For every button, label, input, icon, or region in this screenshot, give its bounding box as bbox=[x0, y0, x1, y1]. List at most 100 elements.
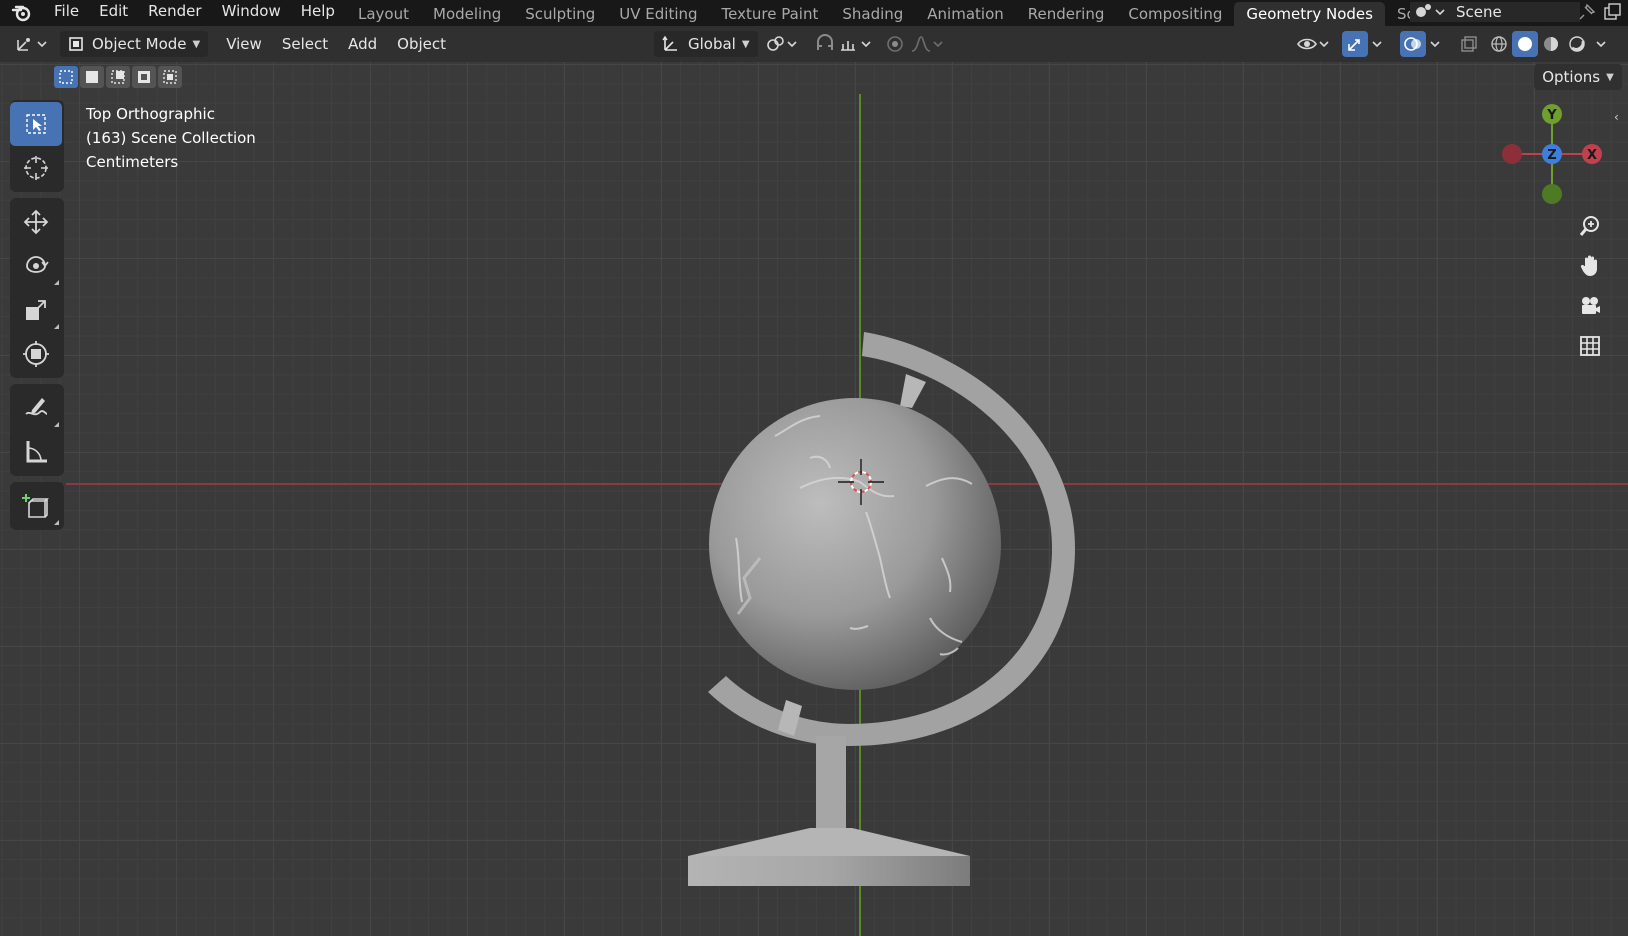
chevron-down-icon[interactable] bbox=[1426, 31, 1444, 57]
scene-icon[interactable] bbox=[1412, 1, 1446, 23]
editor-type-icon[interactable] bbox=[12, 31, 52, 57]
navigation-gizmo[interactable]: Y X Z bbox=[1496, 98, 1606, 210]
overlays-toggle-icon[interactable] bbox=[1400, 31, 1426, 57]
chevron-down-icon: ▼ bbox=[741, 38, 750, 50]
navigation-buttons bbox=[1572, 208, 1616, 368]
collection-name: (163) Scene Collection bbox=[86, 129, 256, 147]
workspace-tabs: Layout Modeling Sculpting UV Editing Tex… bbox=[346, 0, 1451, 26]
stand-stem bbox=[816, 736, 846, 832]
tab-layout[interactable]: Layout bbox=[346, 2, 421, 26]
annotate-icon[interactable] bbox=[10, 386, 62, 430]
falloff-icon[interactable] bbox=[908, 31, 948, 57]
gizmo-toggle-icon[interactable] bbox=[1342, 31, 1368, 57]
unit-system: Centimeters bbox=[86, 153, 179, 171]
perspective-toggle-icon[interactable] bbox=[1572, 328, 1608, 364]
menu-object[interactable]: Object bbox=[387, 35, 456, 53]
material-preview-icon[interactable] bbox=[1538, 31, 1564, 57]
expand-corner-icon bbox=[54, 324, 59, 329]
y-axis-label: Y bbox=[1546, 108, 1557, 123]
transform-orientation-dropdown[interactable]: Global ▼ bbox=[654, 31, 758, 57]
move-icon[interactable] bbox=[10, 200, 62, 244]
top-menu-bar: File Edit Render Window Help Layout Mode… bbox=[0, 0, 1628, 26]
globe-model[interactable] bbox=[680, 258, 1100, 894]
select-new-icon[interactable] bbox=[54, 66, 78, 88]
tool-group-transform bbox=[10, 198, 64, 378]
viewport-info-overlay: Top Orthographic (163) Scene Collection … bbox=[86, 102, 256, 174]
menu-render[interactable]: Render bbox=[138, 0, 211, 26]
select-invert-icon[interactable] bbox=[132, 66, 156, 88]
select-subtract-icon[interactable] bbox=[106, 66, 130, 88]
options-label: Options bbox=[1542, 68, 1601, 86]
solid-shading-icon[interactable] bbox=[1512, 31, 1538, 57]
options-button[interactable]: Options ▼ bbox=[1534, 64, 1622, 90]
visibility-icon[interactable] bbox=[1294, 31, 1334, 57]
tool-shelf bbox=[10, 100, 64, 536]
tab-geometry-nodes[interactable]: Geometry Nodes bbox=[1234, 2, 1385, 26]
menu-edit[interactable]: Edit bbox=[89, 0, 138, 26]
orientation-icon bbox=[662, 35, 680, 53]
expand-corner-icon bbox=[54, 280, 59, 285]
stand-base bbox=[688, 856, 970, 886]
expand-corner-icon bbox=[54, 520, 59, 525]
wireframe-shading-icon[interactable] bbox=[1486, 31, 1512, 57]
menu-add[interactable]: Add bbox=[338, 35, 387, 53]
view-name: Top Orthographic bbox=[86, 105, 215, 123]
snap-target-icon[interactable] bbox=[836, 31, 876, 57]
chevron-down-icon: ▼ bbox=[192, 38, 201, 50]
stand-base-top bbox=[688, 828, 970, 856]
menu-window[interactable]: Window bbox=[212, 0, 291, 26]
tool-group-annotate bbox=[10, 384, 64, 476]
rotate-icon[interactable] bbox=[10, 244, 62, 288]
tab-texture-paint[interactable]: Texture Paint bbox=[710, 2, 831, 26]
cursor-icon[interactable] bbox=[10, 146, 62, 190]
snap-toggle-icon[interactable] bbox=[812, 31, 838, 57]
new-scene-icon[interactable] bbox=[1602, 2, 1622, 26]
object-mode-icon bbox=[68, 36, 84, 52]
zoom-icon[interactable] bbox=[1572, 208, 1608, 244]
chevron-down-icon[interactable] bbox=[1592, 31, 1610, 57]
tab-modeling[interactable]: Modeling bbox=[421, 2, 513, 26]
transform-icon[interactable] bbox=[10, 332, 62, 376]
mode-selector[interactable]: Object Mode ▼ bbox=[60, 31, 209, 57]
pan-hand-icon[interactable] bbox=[1572, 248, 1608, 284]
tab-animation[interactable]: Animation bbox=[915, 2, 1015, 26]
pin-icon[interactable] bbox=[1578, 3, 1596, 25]
measure-icon[interactable] bbox=[10, 430, 62, 474]
xray-toggle-icon[interactable] bbox=[1456, 31, 1482, 57]
viewport-header: Object Mode ▼ View Select Add Object Glo… bbox=[0, 26, 1628, 62]
sidebar-toggle-icon[interactable]: ‹ bbox=[1614, 110, 1619, 124]
menu-help[interactable]: Help bbox=[291, 0, 345, 26]
select-intersect-icon[interactable] bbox=[158, 66, 182, 88]
blender-logo-icon[interactable] bbox=[0, 0, 44, 26]
proportional-editing-icon[interactable] bbox=[882, 31, 908, 57]
chevron-down-icon: ▼ bbox=[1606, 71, 1614, 83]
tool-group-select bbox=[10, 100, 64, 192]
3d-cursor-icon[interactable] bbox=[838, 459, 884, 505]
menu-file[interactable]: File bbox=[44, 0, 89, 26]
tab-rendering[interactable]: Rendering bbox=[1016, 2, 1117, 26]
tab-sculpting[interactable]: Sculpting bbox=[513, 2, 607, 26]
z-axis-label: Z bbox=[1547, 148, 1556, 163]
chevron-down-icon[interactable] bbox=[1368, 31, 1386, 57]
selection-mode-group bbox=[54, 66, 182, 90]
camera-view-icon[interactable] bbox=[1572, 288, 1608, 324]
rendered-shading-icon[interactable] bbox=[1564, 31, 1590, 57]
tab-shading[interactable]: Shading bbox=[830, 2, 915, 26]
3d-viewport[interactable]: Options ▼ Top Orthographic (163) Scene C… bbox=[0, 62, 1628, 936]
neg-x-axis-handle[interactable] bbox=[1502, 144, 1522, 164]
add-cube-icon[interactable] bbox=[10, 484, 62, 528]
scale-icon[interactable] bbox=[10, 288, 62, 332]
select-box-icon[interactable] bbox=[10, 102, 62, 146]
tab-uv-editing[interactable]: UV Editing bbox=[607, 2, 709, 26]
tab-compositing[interactable]: Compositing bbox=[1116, 2, 1234, 26]
select-extend-icon[interactable] bbox=[80, 66, 104, 88]
x-axis-label: X bbox=[1587, 148, 1597, 163]
top-pin bbox=[900, 374, 926, 408]
neg-y-axis-handle[interactable] bbox=[1542, 184, 1562, 204]
menu-select[interactable]: Select bbox=[272, 35, 338, 53]
scene-name: Scene bbox=[1456, 3, 1502, 21]
expand-corner-icon bbox=[54, 422, 59, 427]
menu-view[interactable]: View bbox=[216, 35, 272, 53]
tool-group-add bbox=[10, 482, 64, 530]
pivot-point-icon[interactable] bbox=[762, 31, 802, 57]
